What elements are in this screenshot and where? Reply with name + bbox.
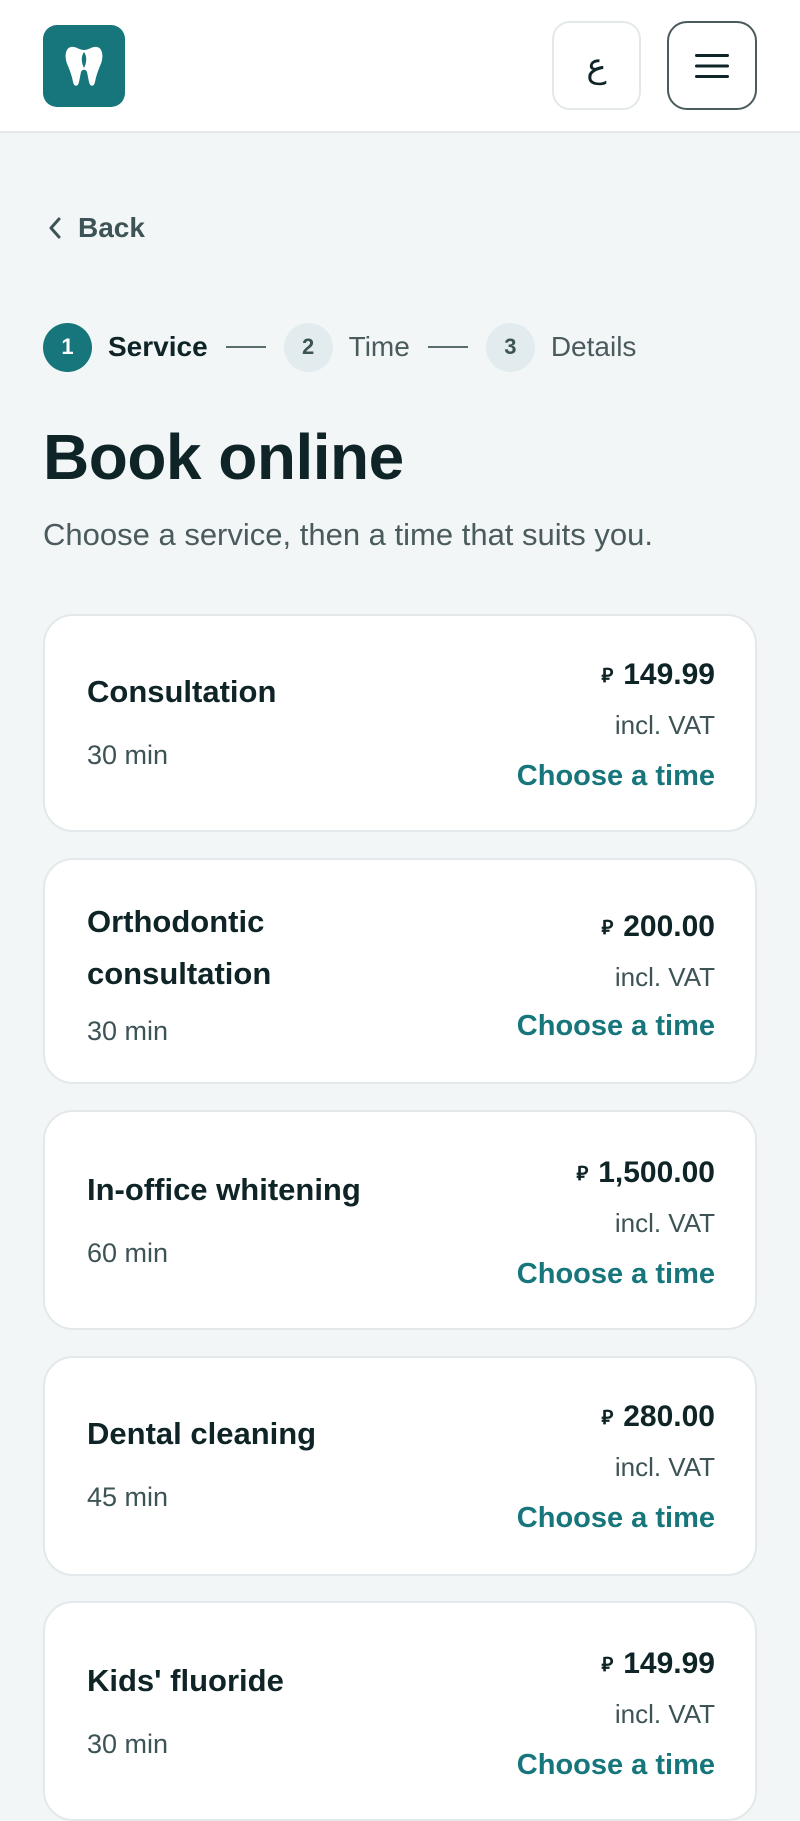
clinic-logo[interactable] [43,25,125,107]
step-1-label: Service [108,331,208,362]
service-duration: 30 min [87,1729,169,1759]
back-label: Back [78,212,145,243]
riyal-icon: ⃁ [601,1654,614,1676]
service-price: ⃁ 200.00 [601,910,715,944]
choose-time-link[interactable]: Choose a time [517,760,715,793]
service-card-kids-fluoride[interactable]: Kids' fluoride 30 min ⃁ 149.99 incl. VAT… [43,1601,757,1821]
price-value: 1,500.00 [598,1156,715,1189]
page-title: Book online [43,421,404,493]
menu-button[interactable] [667,21,757,110]
price-value: 149.99 [623,658,715,691]
riyal-icon: ⃁ [601,917,614,939]
step-3-label: Details [550,331,637,362]
service-name: Kids' fluoride [87,1663,284,1698]
step-1-number: 1 [43,322,92,372]
price-value: 200.00 [623,910,715,943]
service-duration: 45 min [87,1482,169,1512]
booking-stepper: 1 Service 2 Time 3 Details [43,322,636,372]
language-label: ع [586,46,607,85]
riyal-icon: ⃁ [601,665,614,687]
service-price: ⃁ 280.00 [601,1400,715,1434]
step-2-label: Time [348,331,410,362]
price-value: 149.99 [623,1647,715,1680]
service-price: ⃁ 149.99 [601,658,715,692]
step-2-number: 2 [283,322,333,372]
service-name: Orthodontic consultation [87,904,272,991]
riyal-icon: ⃁ [576,1163,589,1185]
vat-note: incl. VAT [614,710,715,740]
language-toggle-button[interactable]: ع [552,21,641,110]
service-card-consultation[interactable]: Consultation 30 min ⃁ 149.99 incl. VAT C… [43,614,757,832]
service-duration: 30 min [87,1016,169,1046]
service-card-orthodontic-consultation[interactable]: Orthodontic consultation 30 min ⃁ 200.00… [43,858,757,1084]
service-price: ⃁ 149.99 [601,1647,715,1681]
vat-note: incl. VAT [614,1452,715,1482]
service-duration: 60 min [87,1238,169,1268]
vat-note: incl. VAT [614,1208,715,1238]
service-name: In-office whitening [87,1172,361,1207]
step-divider [427,346,468,348]
service-price: ⃁ 1,500.00 [576,1156,715,1190]
back-link[interactable]: Back [48,208,145,248]
tooth-icon [65,46,103,86]
choose-time-link[interactable]: Choose a time [517,1502,715,1535]
service-card-in-office-whitening[interactable]: In-office whitening 60 min ⃁ 1,500.00 in… [43,1110,757,1330]
service-duration: 30 min [87,740,169,770]
vat-note: incl. VAT [614,962,715,992]
page-subtitle: Choose a service, then a time that suits… [43,517,653,552]
hamburger-icon [695,53,729,78]
price-value: 280.00 [623,1400,715,1433]
vat-note: incl. VAT [614,1699,715,1729]
service-card-dental-cleaning[interactable]: Dental cleaning 45 min ⃁ 280.00 incl. VA… [43,1356,757,1576]
chevron-left-icon [49,217,61,239]
riyal-icon: ⃁ [601,1407,614,1429]
service-name: Dental cleaning [87,1416,317,1451]
choose-time-link[interactable]: Choose a time [517,1010,715,1043]
top-header: ع [0,0,800,133]
step-divider [225,346,266,348]
service-name: Consultation [87,674,277,709]
step-3-number: 3 [485,322,535,372]
choose-time-link[interactable]: Choose a time [517,1749,715,1782]
choose-time-link[interactable]: Choose a time [517,1258,715,1291]
